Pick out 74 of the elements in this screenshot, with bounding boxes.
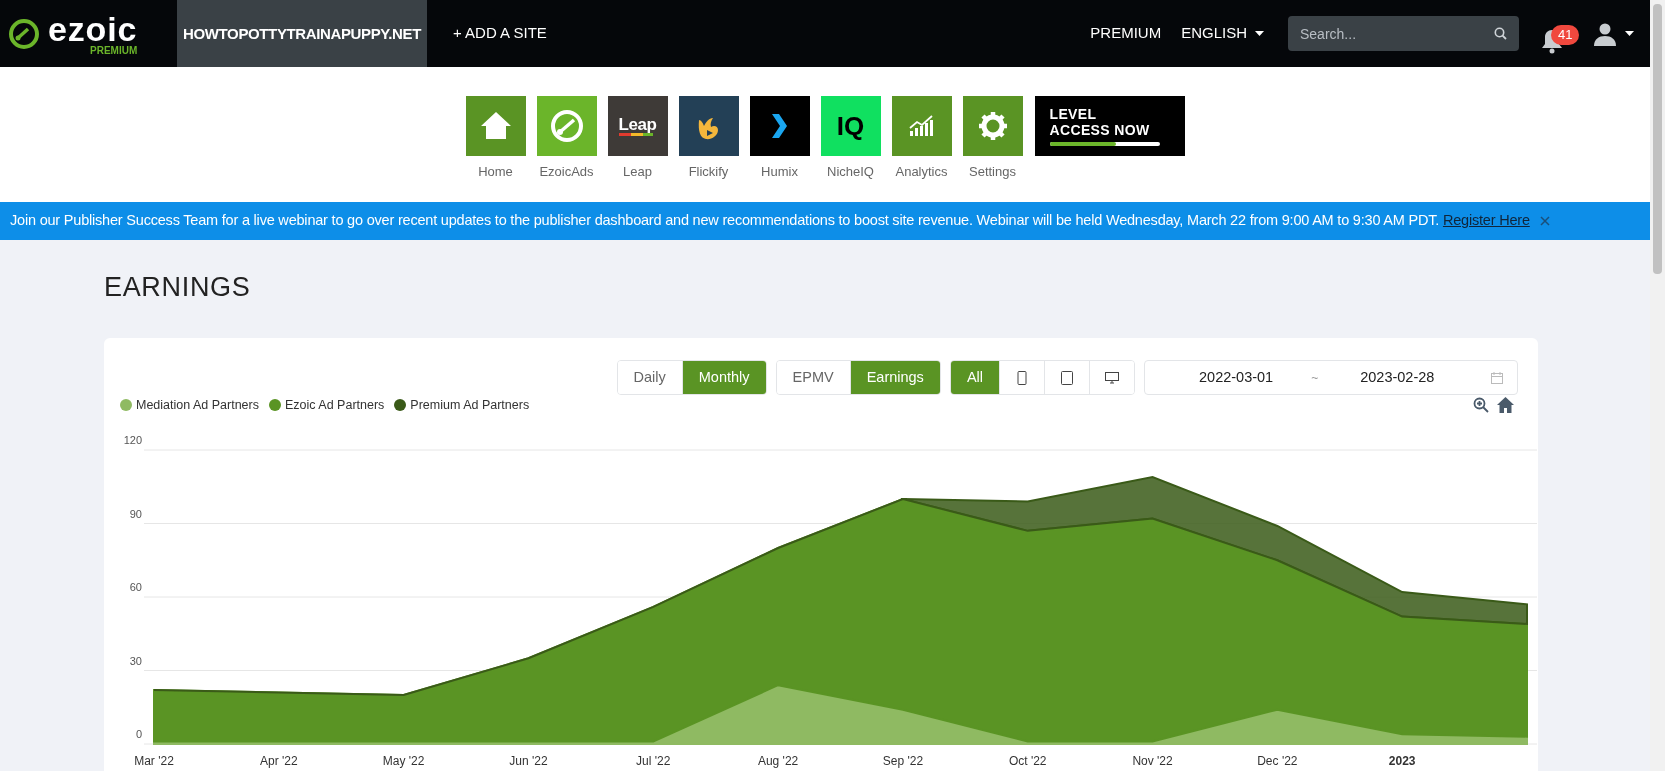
app-label: EzoicAds [539, 163, 594, 181]
x-axis-label: Jun '22 [509, 754, 548, 768]
app-label: Leap [623, 163, 652, 181]
range-separator: ~ [1311, 369, 1319, 387]
search-icon [1494, 27, 1507, 40]
end-date: 2023-02-28 [1360, 367, 1435, 387]
app-label: Analytics [895, 163, 948, 181]
announcement-text: Join our Publisher Success Team for a live webinar to go over recent updates to the publisher dashboard and new recommendations to boost site revenue. Webinar will be held Wednesday, March 22 from 9:00 AM to 9:30 AM PDT. Register Here [10, 211, 1530, 231]
promo-banner[interactable]: LEVEL ACCESS NOW [1034, 96, 1185, 156]
notification-count: 41 [1551, 24, 1580, 45]
desktop-icon [1105, 370, 1119, 385]
y-axis-label: 0 [135, 728, 142, 740]
y-axis-label: 30 [129, 654, 142, 667]
app-tile[interactable]: IQ [820, 96, 881, 156]
app-tile[interactable] [536, 96, 597, 156]
x-axis-label: May '22 [382, 754, 425, 768]
caret-icon [1255, 31, 1264, 36]
premium-link[interactable]: PREMIUM [1090, 22, 1162, 45]
app-tile[interactable] [962, 96, 1023, 156]
app-label: Home [478, 163, 513, 181]
legend-label[interactable]: Ezoic Ad Partners [285, 395, 385, 415]
y-axis-label: 120 [123, 434, 142, 446]
x-axis-label: Nov '22 [1132, 754, 1173, 768]
phone-icon [1015, 370, 1029, 385]
app-tile[interactable] [891, 96, 952, 156]
user-menu[interactable] [1593, 21, 1634, 46]
app-label: Flickify [688, 163, 729, 181]
x-axis-label: 2023 [1388, 754, 1416, 768]
brand-name: ezoic [48, 11, 138, 46]
app-tile[interactable] [465, 96, 526, 156]
x-axis-label: Mar '22 [134, 754, 174, 768]
home-icon[interactable] [1497, 397, 1514, 413]
toggle-button[interactable]: All [950, 361, 999, 394]
promo-text: LEVEL ACCESS NOW [1049, 106, 1151, 138]
user-icon [1593, 21, 1617, 46]
chevron-icon [772, 114, 787, 138]
x-axis-label: Sep '22 [882, 754, 924, 768]
desktop-filter-button[interactable] [1089, 361, 1134, 394]
register-link[interactable]: Register Here [1442, 212, 1530, 229]
date-range-field[interactable]: 2022-03-01 ~ 2023-02-28 [1144, 360, 1518, 395]
caret-icon [1625, 31, 1634, 36]
x-axis-label: Oct '22 [1008, 754, 1047, 768]
search-field[interactable]: Search... [1288, 16, 1519, 51]
leap-logo: Leap [618, 116, 657, 133]
toggle-button[interactable]: Earnings [849, 361, 940, 394]
legend-label[interactable]: Premium Ad Partners [410, 395, 530, 415]
app-label: NicheIQ [827, 163, 874, 181]
tablet-icon [1060, 370, 1074, 385]
add-site-link[interactable]: + ADD A SITE [453, 22, 547, 45]
app-tile[interactable] [678, 96, 739, 156]
scrollbar[interactable] [1650, 0, 1665, 771]
x-axis-label: Aug '22 [757, 754, 799, 768]
app-label: Humix [761, 163, 798, 181]
calendar-icon [1491, 371, 1503, 384]
x-axis-label: Dec '22 [1257, 754, 1298, 768]
underline-icon [618, 133, 653, 136]
y-axis-label: 90 [129, 507, 142, 520]
site-selector[interactable]: HOWTOPOTTYTRAINAPUPPY.NET [177, 0, 427, 67]
x-axis-label: Apr '22 [260, 754, 298, 768]
legend-label[interactable]: Mediation Ad Partners [136, 395, 259, 415]
start-date: 2022-03-01 [1199, 367, 1274, 387]
ezoic-logo-icon [8, 17, 40, 50]
app-tile[interactable]: Leap [607, 96, 668, 156]
x-axis-label: Jul '22 [636, 754, 671, 768]
zoom-in-icon[interactable] [1473, 397, 1489, 413]
close-icon[interactable] [1539, 216, 1550, 226]
page-heading: EARNINGS [104, 274, 252, 304]
y-axis-label: 60 [129, 581, 142, 593]
toggle-button[interactable]: Monthly [681, 361, 766, 394]
brand-tier-label: PREMIUM [90, 45, 138, 56]
app-tile[interactable] [749, 96, 810, 156]
language-menu[interactable]: ENGLISH [1181, 22, 1264, 45]
app-label: Settings [969, 163, 1016, 181]
nicheiq-logo: IQ [836, 113, 865, 139]
